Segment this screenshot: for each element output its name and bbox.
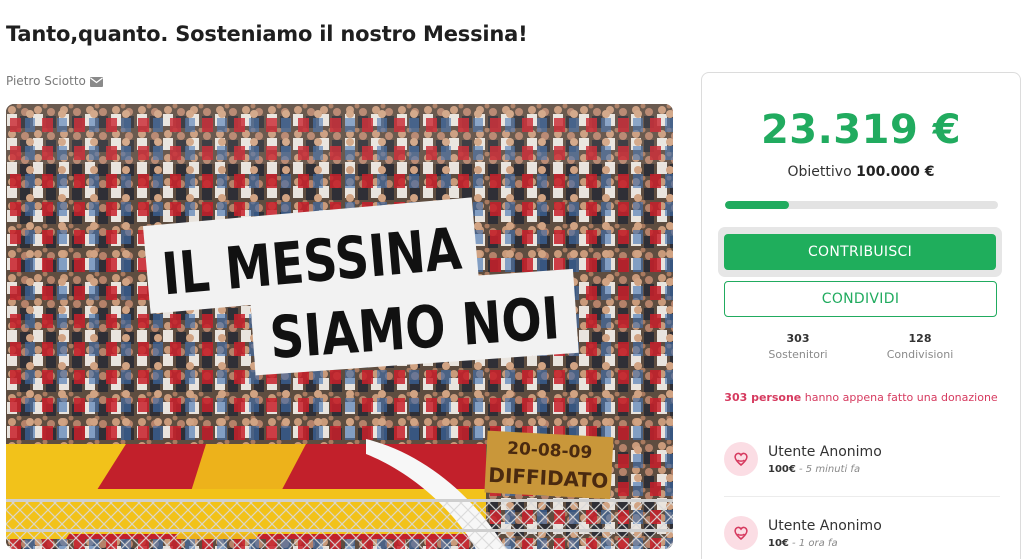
shares-stat: 128 Condivisioni: [860, 332, 980, 361]
contribute-button-label[interactable]: CONTRIBUISCI: [724, 234, 996, 270]
goal-label: Obiettivo: [787, 164, 852, 180]
recent-text: hanno appena fatto una donazione: [801, 391, 998, 404]
author-name[interactable]: Pietro Sciotto: [6, 74, 86, 88]
campaign-page: Tanto,quanto. Sosteniamo il nostro Messi…: [0, 0, 1024, 559]
donation-card: 23.319 € Obiettivo 100.000 € CONTRIBUISC…: [701, 72, 1021, 559]
share-button[interactable]: CONDIVIDI: [724, 281, 997, 317]
donor-name: Utente Anonimo: [768, 518, 882, 534]
campaign-title: Tanto,quanto. Sosteniamo il nostro Messi…: [6, 22, 528, 46]
donation-time: - 5 minuti fa: [795, 464, 861, 475]
supporters-count: 303: [786, 332, 810, 345]
supporters-label: Sostenitori: [768, 348, 828, 361]
donor-meta: 10€ - 1 ora fa: [768, 538, 838, 549]
goal-amount: 100.000 €: [856, 164, 935, 180]
shares-count: 128: [908, 332, 932, 345]
donor-meta: 100€ - 5 minuti fa: [768, 464, 860, 475]
progress-fill: [725, 201, 789, 209]
donation-item: Utente Anonimo 100€ - 5 minuti fa: [724, 439, 1000, 489]
contribute-button[interactable]: CONTRIBUISCI: [718, 227, 1002, 277]
recent-donations-note: 303 persone hanno appena fatto una donaz…: [702, 391, 1020, 404]
recent-count: 303 persone: [724, 391, 802, 404]
donor-name: Utente Anonimo: [768, 444, 882, 460]
donation-amount: 100€: [768, 464, 796, 475]
heart-hand-icon: [724, 442, 758, 476]
donation-time: - 1 ora fa: [788, 538, 838, 549]
goal-line: Obiettivo 100.000 €: [702, 164, 1020, 180]
campaign-photo: IL MESSINA SIAMO NOI 20-08-09 DIFFIDATO: [6, 104, 673, 549]
shares-label: Condivisioni: [886, 348, 954, 361]
amount-raised: 23.319 €: [760, 107, 962, 153]
donation-amount: 10€: [768, 538, 789, 549]
heart-hand-icon: [724, 516, 758, 550]
envelope-icon[interactable]: [89, 76, 103, 87]
donation-item: Utente Anonimo 10€ - 1 ora fa: [724, 513, 1000, 559]
author-line: Pietro Sciotto: [6, 74, 103, 88]
supporters-stat: 303 Sostenitori: [738, 332, 858, 361]
divider: [724, 496, 1000, 497]
progress-bar: [725, 201, 998, 209]
